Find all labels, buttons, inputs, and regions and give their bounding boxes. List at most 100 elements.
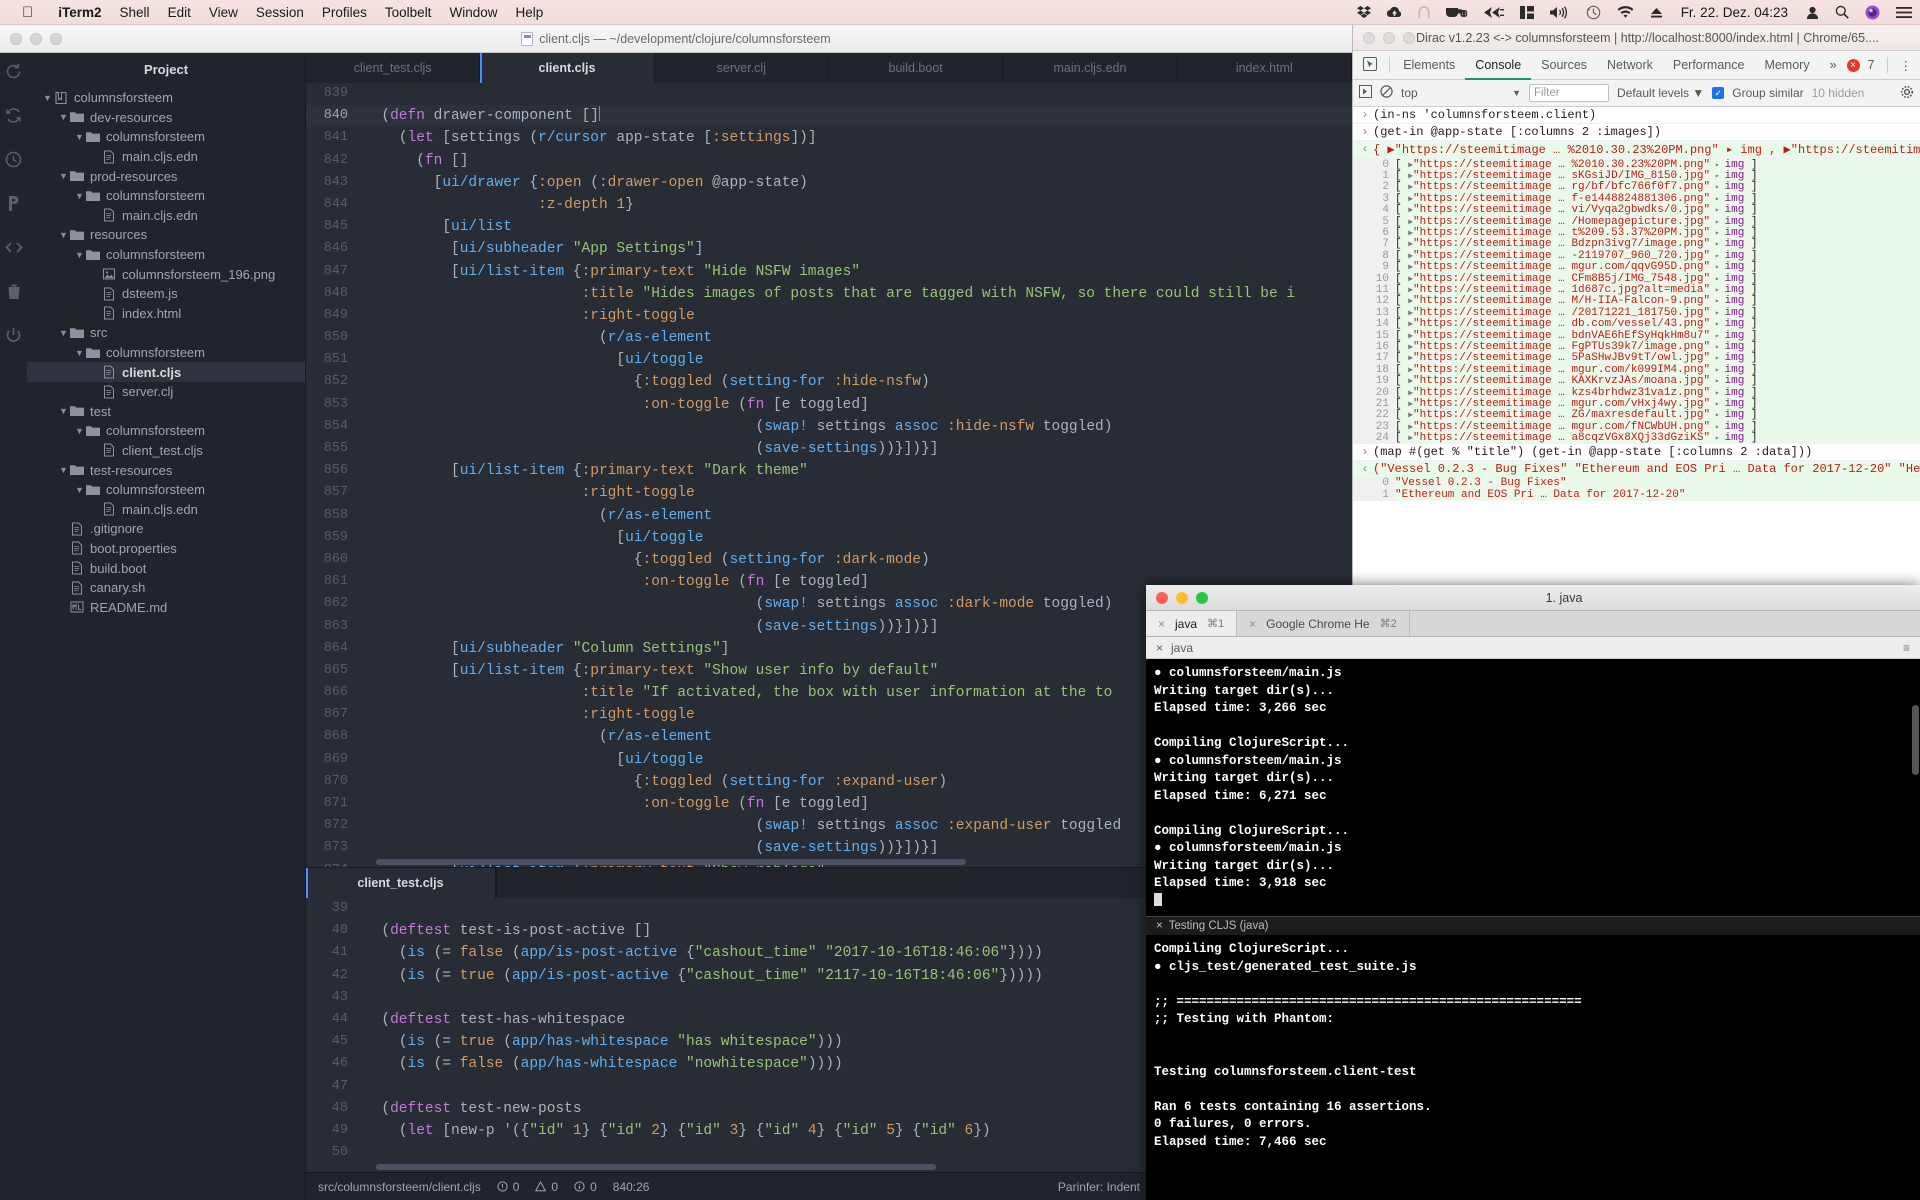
terminal-maximize-button[interactable]: [1196, 591, 1208, 604]
close-icon-2[interactable]: ×: [1249, 617, 1256, 631]
console-output[interactable]: › (in-ns 'columnsforsteem.client) › (get-in…: [1353, 107, 1920, 619]
chevron-down-icon[interactable]: ▼: [57, 230, 70, 240]
terminal-tab-bar[interactable]: × java ⌘1 × Google Chrome He ⌘2: [1146, 611, 1920, 637]
session-close-icon[interactable]: ×: [1156, 641, 1163, 655]
editor-tab-client-cljs[interactable]: client.cljs: [480, 53, 655, 83]
console-array-row[interactable]: 7[ ▶ "https://steemitimage … Bdzpn3ivg7/i…: [1353, 238, 1920, 251]
inspect-element-icon[interactable]: [1353, 56, 1385, 74]
tree-item-boot-properties[interactable]: boot.properties: [27, 539, 305, 559]
tab-console[interactable]: Console: [1465, 51, 1531, 80]
console-levels-selector[interactable]: Default levels ▼: [1617, 86, 1704, 100]
chevron-down-icon[interactable]: ▼: [73, 250, 86, 260]
editor-tab-main-cljs-edn[interactable]: main.cljs.edn: [1003, 53, 1178, 83]
horizontal-scrollbar[interactable]: [376, 859, 966, 865]
menu-item-edit[interactable]: Edit: [159, 5, 200, 20]
devtools-maximize-button[interactable]: [1403, 31, 1415, 44]
chevron-down-icon[interactable]: ▼: [57, 406, 70, 416]
tree-item-columnsforsteem-196-png[interactable]: columnsforsteem_196.png: [27, 264, 305, 284]
console-array-row[interactable]: 15[ ▶ "https://steemitimage … bdnVAE6hEfS…: [1353, 329, 1920, 342]
console-array-row[interactable]: 3[ ▶ "https://steemitimage … f-e144882488…: [1353, 192, 1920, 205]
coffee-infinity-icon[interactable]: [1438, 6, 1476, 19]
project-tree[interactable]: Project ▼ columnsforsteem ▼ dev-resources ▼ c…: [27, 53, 306, 1200]
search-icon[interactable]: [1827, 5, 1857, 19]
tab-sources[interactable]: Sources: [1531, 51, 1597, 80]
terminal-window-controls[interactable]: [1146, 591, 1208, 604]
tree-item-dev-resources[interactable]: ▼ dev-resources: [27, 108, 305, 128]
terminal-close-button[interactable]: [1156, 591, 1168, 604]
bottom-horizontal-scrollbar[interactable]: [376, 1164, 936, 1170]
editor-tab-bar[interactable]: client_test.cljs client.cljs server.clj bui…: [306, 53, 1352, 83]
chevron-down-icon[interactable]: ▼: [73, 191, 86, 201]
status-parinfer[interactable]: Parinfer: Indent: [1058, 1180, 1153, 1194]
console-array-row[interactable]: 21[ ▶ "https://steemitimage … mgur.com/vH…: [1353, 397, 1920, 410]
console-array-row[interactable]: 24[ ▶ "https://steemitimage … a8cqzVGx8XQ…: [1353, 432, 1920, 445]
timemachine-icon[interactable]: [1578, 5, 1609, 20]
editor-tab-server-clj[interactable]: server.clj: [654, 53, 829, 83]
user-icon[interactable]: [1798, 6, 1827, 19]
sync-icon[interactable]: [5, 107, 22, 129]
close-button[interactable]: [10, 33, 22, 45]
console-array-row[interactable]: 9[ ▶ "https://steemitimage … mgur.com/qqv…: [1353, 261, 1920, 274]
tab-network[interactable]: Network: [1597, 51, 1663, 80]
chevron-down-icon[interactable]: ▼: [73, 426, 86, 436]
menu-clock[interactable]: Fr. 22. Dez. 04:23: [1671, 5, 1798, 20]
window-controls[interactable]: [10, 25, 62, 53]
tree-item-columnsforsteem[interactable]: ▼ columnsforsteem: [27, 88, 305, 108]
chevron-down-icon[interactable]: ▼: [57, 171, 70, 181]
clock-icon[interactable]: [5, 151, 22, 173]
power-icon[interactable]: [5, 327, 22, 349]
console-array-row[interactable]: 10[ ▶ "https://steemitimage … CFm8B5j/IMG…: [1353, 272, 1920, 285]
console-array-row[interactable]: 1[ ▶ "https://steemitimage … sKGsiJD/IMG_…: [1353, 170, 1920, 183]
tree-item-resources[interactable]: ▼ resources: [27, 225, 305, 245]
tree-item-main-cljs-edn[interactable]: main.cljs.edn: [27, 206, 305, 226]
trash-icon[interactable]: [6, 283, 22, 305]
menu-item-toolbelt[interactable]: Toolbelt: [376, 5, 441, 20]
console-array-row-2[interactable]: 1 "Ethereum and EOS Pri … Data for 2017-1…: [1353, 488, 1920, 501]
tree-item-test[interactable]: ▼ test: [27, 402, 305, 422]
tab-elements[interactable]: Elements: [1393, 51, 1465, 80]
console-array-row[interactable]: 23[ ▶ "https://steemitimage … mgur.com/fN…: [1353, 420, 1920, 433]
chevron-down-icon[interactable]: ▼: [73, 485, 86, 495]
devtools-window-controls[interactable]: [1353, 31, 1415, 44]
console-array-row[interactable]: 11[ ▶ "https://steemitimage … 1d687c.jpg?…: [1353, 284, 1920, 296]
tree-item-columnsforsteem[interactable]: ▼ columnsforsteem: [27, 480, 305, 500]
refresh-icon[interactable]: [5, 63, 22, 85]
tree-item-prod-resources[interactable]: ▼ prod-resources: [27, 166, 305, 186]
terminal-scrollbar[interactable]: [1912, 705, 1919, 775]
maximize-button[interactable]: [50, 33, 62, 45]
arch-icon[interactable]: [1410, 5, 1438, 19]
editor-tab-build-boot[interactable]: build.boot: [828, 53, 1004, 83]
tree-item-columnsforsteem[interactable]: ▼ columnsforsteem: [27, 186, 305, 206]
status-file-path[interactable]: src/columnsforsteem/client.cljs: [318, 1180, 481, 1194]
minimize-button[interactable]: [30, 33, 42, 45]
tree-item-columnsforsteem[interactable]: ▼ columnsforsteem: [27, 421, 305, 441]
console-array-row[interactable]: 4[ ▶ "https://steemitimage … vi/Vyqa2gbwd…: [1353, 204, 1920, 217]
tree-item-server-clj[interactable]: server.clj: [27, 382, 305, 402]
editor-tab-client-test-cljs[interactable]: client_test.cljs: [306, 53, 481, 83]
chevron-down-icon[interactable]: ▼: [57, 328, 70, 338]
terminal-minimize-button[interactable]: [1176, 591, 1188, 604]
tree-item-dsteem-js[interactable]: dsteem.js: [27, 284, 305, 304]
tab-memory[interactable]: Memory: [1754, 51, 1819, 80]
menu-item-session[interactable]: Session: [247, 5, 313, 20]
console-array-row[interactable]: 5[ ▶ "https://steemitimage … /Homepagepic…: [1353, 215, 1920, 228]
group-similar-checkbox[interactable]: ✓: [1712, 87, 1725, 99]
console-result-header[interactable]: ‹ { ▶"https://steemitimage … %2010.30.23%…: [1353, 141, 1920, 159]
console-array-row[interactable]: 20[ ▶ "https://steemitimage … kzs4brhdwz3…: [1353, 386, 1920, 399]
tree-item-client-test-cljs[interactable]: client_test.cljs: [27, 441, 305, 461]
menu-item-view[interactable]: View: [200, 5, 247, 20]
tree-item-main-cljs-edn[interactable]: main.cljs.edn: [27, 499, 305, 519]
split-close-icon[interactable]: ×: [1156, 920, 1163, 932]
tree-item-main-cljs-edn[interactable]: main.cljs.edn: [27, 147, 305, 167]
console-array-row[interactable]: 8[ ▶ "https://steemitimage … -2119707_960…: [1353, 249, 1920, 262]
tree-item-client-cljs[interactable]: client.cljs: [27, 362, 305, 382]
tree-item-canary-sh[interactable]: canary.sh: [27, 578, 305, 598]
console-array-row[interactable]: 17[ ▶ "https://steemitimage … 5PaSHwJBv9t…: [1353, 352, 1920, 365]
execute-icon[interactable]: [1359, 85, 1372, 101]
chevron-down-icon[interactable]: ▼: [73, 348, 86, 358]
more-tabs-icon[interactable]: »: [1820, 51, 1847, 80]
tree-item-build-boot[interactable]: build.boot: [27, 558, 305, 578]
tree-item-columnsforsteem[interactable]: ▼ columnsforsteem: [27, 127, 305, 147]
chevron-down-icon[interactable]: ▼: [57, 112, 70, 122]
menu-item-iterm2[interactable]: iTerm2: [49, 5, 110, 20]
